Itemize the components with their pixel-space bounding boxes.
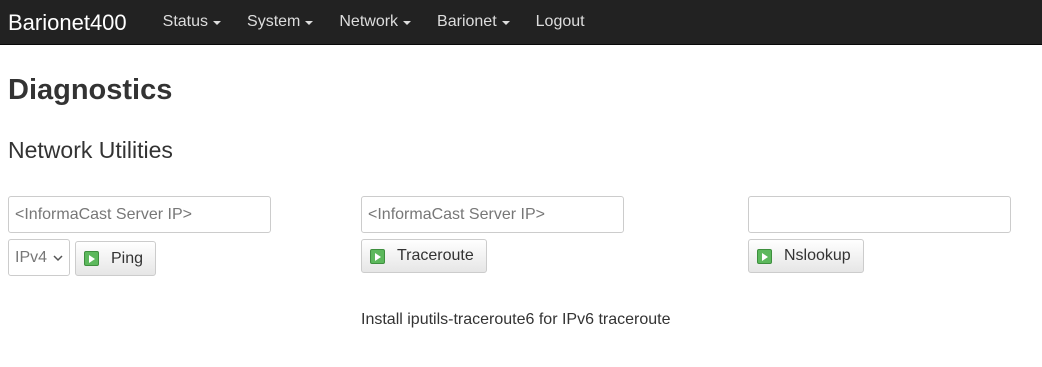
nslookup-button-label: Nslookup (784, 247, 851, 264)
nav-system[interactable]: System (234, 0, 326, 45)
nav-logout[interactable]: Logout (523, 0, 598, 45)
nav-network-label: Network (339, 13, 399, 30)
play-icon (757, 248, 772, 264)
ip-version-select[interactable]: IPv4 (8, 239, 70, 276)
nav-system-label: System (247, 13, 301, 30)
nslookup-host-input[interactable] (748, 196, 1011, 233)
nav-barionet[interactable]: Barionet (424, 0, 523, 45)
traceroute-ipv6-note: Install iputils-traceroute6 for IPv6 tra… (361, 311, 671, 328)
page-title: Diagnostics (8, 74, 173, 106)
chevron-down-icon (53, 254, 63, 261)
nav-status-label: Status (162, 13, 209, 30)
play-icon (370, 248, 385, 264)
ping-host-input[interactable] (8, 196, 271, 233)
caret-down-icon (213, 21, 222, 25)
traceroute-button-label: Traceroute (397, 247, 474, 264)
nslookup-button[interactable]: Nslookup (748, 239, 864, 273)
caret-down-icon (501, 21, 510, 25)
ping-button[interactable]: Ping (75, 241, 157, 276)
nav-status[interactable]: Status (150, 0, 234, 45)
ip-version-value: IPv4 (15, 248, 48, 266)
caret-down-icon (403, 21, 412, 25)
nav-barionet-label: Barionet (437, 13, 497, 30)
ping-button-label: Ping (111, 249, 144, 267)
play-icon (84, 251, 99, 266)
nav-network[interactable]: Network (326, 0, 424, 45)
caret-down-icon (305, 21, 314, 25)
section-title: Network Utilities (8, 137, 173, 163)
top-navbar: Barionet400 Status System Network Barion… (0, 0, 1042, 45)
brand-logo[interactable]: Barionet400 (0, 0, 135, 45)
traceroute-button[interactable]: Traceroute (361, 239, 487, 273)
traceroute-host-input[interactable] (361, 196, 624, 233)
nav-logout-label: Logout (535, 13, 585, 30)
